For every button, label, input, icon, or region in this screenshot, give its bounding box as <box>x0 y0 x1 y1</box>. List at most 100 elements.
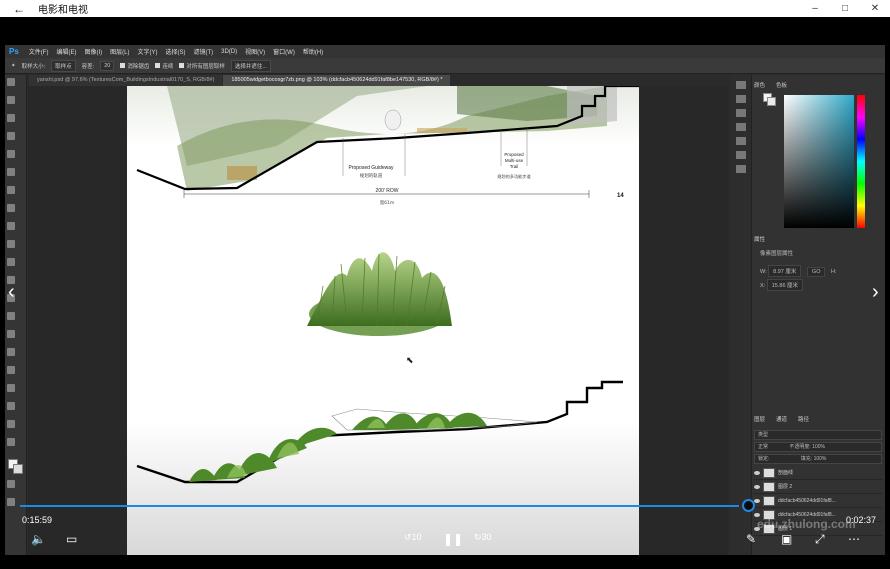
cast-icon[interactable]: ▣ <box>781 533 792 545</box>
magic-wand-icon[interactable]: ✦ <box>11 63 16 69</box>
document-canvas[interactable]: Proposed Guideway 规划的轨道 Proposed Multi-u… <box>127 86 639 555</box>
properties-tab[interactable]: 属性 <box>754 235 765 243</box>
history-icon[interactable] <box>736 81 746 89</box>
actions-icon[interactable] <box>736 165 746 173</box>
crop-tool-icon[interactable] <box>7 150 15 158</box>
wand-tool-icon[interactable] <box>7 132 15 140</box>
pause-button[interactable]: ❚❚ <box>443 533 463 545</box>
menu-help[interactable]: 帮助(H) <box>299 47 327 56</box>
history-brush-icon[interactable] <box>7 240 15 248</box>
layer-row[interactable]: 剖面线 <box>754 466 882 480</box>
forward-button[interactable]: ↻30 <box>474 533 492 542</box>
color-swatches[interactable] <box>8 459 23 477</box>
fullscreen-icon[interactable]: ⤢ <box>815 533 825 545</box>
dodge-tool-icon[interactable] <box>7 312 15 320</box>
layers-tab[interactable]: 图层 <box>754 415 765 423</box>
quick-mask-icon[interactable] <box>7 480 15 488</box>
select-and-mask-button[interactable]: 选择并遮住... <box>230 59 271 72</box>
opacity-label: 不透明度: <box>789 444 811 450</box>
blend-mode-select[interactable]: 正常 <box>758 444 768 450</box>
x-input[interactable]: 15.86 厘米 <box>766 279 804 291</box>
marquee-tool-icon[interactable] <box>7 96 15 104</box>
menu-edit[interactable]: 编辑(E) <box>52 47 80 56</box>
paths-tab[interactable]: 路径 <box>798 415 809 423</box>
captions-icon[interactable]: ▭ <box>66 533 77 545</box>
title-bar: ← 电影和电视 – □ ✕ <box>0 0 890 17</box>
layer-row[interactable]: ddcfacb450624dd91faf8... <box>754 494 882 508</box>
contiguous-checkbox[interactable]: 连续 <box>155 62 173 70</box>
menu-layer[interactable]: 图层(L) <box>106 47 133 56</box>
hue-slider[interactable] <box>857 95 865 228</box>
layer-row[interactable]: 图层 2 <box>754 480 882 494</box>
swatches-tab[interactable]: 色板 <box>776 81 787 89</box>
eye-icon[interactable] <box>754 470 760 475</box>
link-icon[interactable]: GO <box>806 267 826 277</box>
brush-settings-icon[interactable] <box>736 109 746 117</box>
menu-view[interactable]: 视图(V) <box>241 47 269 56</box>
canvas-area[interactable]: Proposed Guideway 规划的轨道 Proposed Multi-u… <box>28 86 728 555</box>
background-color-swatch[interactable] <box>767 97 776 106</box>
volume-icon[interactable]: 🔈 <box>31 533 46 545</box>
move-tool-icon[interactable] <box>7 78 15 86</box>
menu-3d[interactable]: 3D(D) <box>217 49 241 55</box>
edit-pen-icon[interactable]: ✎ <box>746 533 756 545</box>
w-label: W: <box>760 269 767 275</box>
stamp-tool-icon[interactable] <box>7 222 15 230</box>
close-button[interactable]: ✕ <box>860 3 890 14</box>
healing-tool-icon[interactable] <box>7 186 15 194</box>
eyedropper-tool-icon[interactable] <box>7 168 15 176</box>
info-icon[interactable] <box>736 95 746 103</box>
menu-select[interactable]: 选择(S) <box>161 47 189 56</box>
eye-icon[interactable] <box>754 484 760 489</box>
more-tools-icon[interactable] <box>7 438 15 446</box>
w-input[interactable]: 8.97 厘米 <box>768 265 802 277</box>
shape-tool-icon[interactable] <box>7 384 15 392</box>
tab-widget-png[interactable]: 185005widgetbocosgr7zb.png @ 103% (ddcfa… <box>223 75 451 86</box>
menu-file[interactable]: 文件(F) <box>25 47 53 56</box>
next-arrow-icon[interactable]: › <box>872 282 879 302</box>
fill-input[interactable]: 100% <box>814 456 827 462</box>
video-frame[interactable]: Ps 文件(F) 编辑(E) 图像(I) 图层(L) 文字(Y) 选择(S) 滤… <box>0 17 890 569</box>
label-guideway-en: Proposed Guideway <box>348 165 394 171</box>
back-arrow-icon[interactable]: ← <box>0 2 38 16</box>
menu-window[interactable]: 窗口(W) <box>269 47 299 56</box>
lasso-tool-icon[interactable] <box>7 114 15 122</box>
screen-mode-icon[interactable] <box>7 498 15 506</box>
anti-alias-checkbox[interactable]: 消除锯齿 <box>120 62 149 70</box>
brush-tool-icon[interactable] <box>7 204 15 212</box>
menu-filter[interactable]: 滤镜(T) <box>189 47 217 56</box>
maximize-button[interactable]: □ <box>830 3 860 14</box>
tolerance-input[interactable]: 20 <box>100 60 115 71</box>
layer-kind-filter[interactable]: 类型 <box>754 430 882 440</box>
previous-arrow-icon[interactable]: ‹ <box>8 282 15 302</box>
menu-image[interactable]: 图像(I) <box>80 47 106 56</box>
paragraph-icon[interactable] <box>736 151 746 159</box>
eye-icon[interactable] <box>754 498 760 503</box>
more-options-icon[interactable]: ⋯ <box>848 533 860 545</box>
eye-icon[interactable] <box>754 512 760 517</box>
pen-tool-icon[interactable] <box>7 330 15 338</box>
type-tool-icon[interactable] <box>7 348 15 356</box>
menu-type[interactable]: 文字(Y) <box>133 47 161 56</box>
color-picker-field[interactable] <box>784 95 854 228</box>
channels-tab[interactable]: 通道 <box>776 415 787 423</box>
path-select-icon[interactable] <box>7 366 15 374</box>
progress-bar[interactable] <box>20 505 739 507</box>
minimize-button[interactable]: – <box>800 3 830 14</box>
row-label-cn: 宽61m <box>380 199 395 206</box>
row-label-en: 200' ROW <box>376 188 399 194</box>
rewind-label: 10 <box>411 532 422 542</box>
layer-name: 图层 2 <box>778 484 793 490</box>
adjustments-icon[interactable] <box>736 123 746 131</box>
character-icon[interactable] <box>736 137 746 145</box>
rewind-button[interactable]: ↺10 <box>404 533 422 542</box>
hand-tool-icon[interactable] <box>7 402 15 410</box>
sample-all-checkbox[interactable]: 对所有图层取样 <box>179 62 225 70</box>
color-tab[interactable]: 颜色 <box>754 81 765 89</box>
zoom-tool-icon[interactable] <box>7 420 15 428</box>
opacity-input[interactable]: 100% <box>812 444 825 450</box>
tab-yanshi[interactable]: yanshi.psd @ 97.6% (TexturesCom_Building… <box>29 75 223 86</box>
sample-size-select[interactable]: 取样点 <box>51 59 76 72</box>
progress-scrubber[interactable] <box>742 499 755 512</box>
eraser-tool-icon[interactable] <box>7 258 15 266</box>
